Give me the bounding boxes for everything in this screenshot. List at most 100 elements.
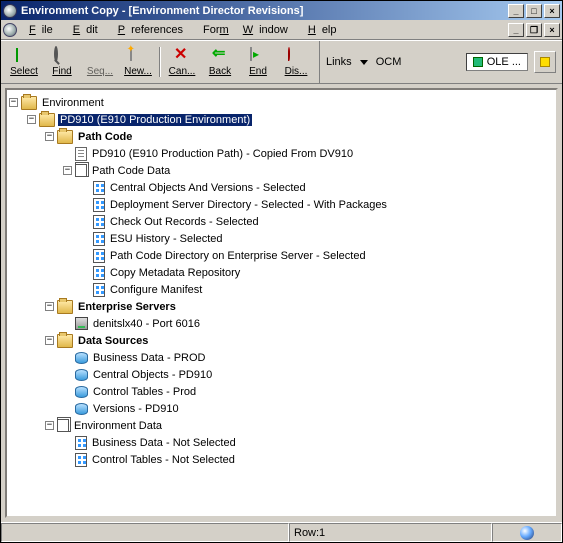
- find-button[interactable]: Find: [43, 43, 81, 81]
- property-icon: [93, 266, 105, 280]
- sequence-button[interactable]: Seq...: [81, 43, 119, 81]
- folder-open-icon: [39, 113, 55, 127]
- ole-label: OLE ...: [487, 56, 521, 68]
- menu-edit[interactable]: Edit: [67, 22, 110, 38]
- collapse-icon[interactable]: −: [45, 302, 54, 311]
- globe-icon: [520, 526, 534, 540]
- mdi-close-button[interactable]: ×: [544, 23, 560, 37]
- content-area: − Environment − PD910 (E910 Production E…: [1, 84, 562, 522]
- tree-node-ds-item[interactable]: Central Objects - PD910: [9, 366, 554, 383]
- collapse-icon[interactable]: −: [27, 115, 36, 124]
- tree-node-datasources[interactable]: − Data Sources: [9, 332, 554, 349]
- tree-view[interactable]: − Environment − PD910 (E910 Production E…: [5, 88, 558, 518]
- tree-label: Deployment Server Directory - Selected -…: [108, 199, 389, 211]
- pin-icon: [288, 47, 290, 61]
- tree-label: Data Sources: [76, 335, 150, 347]
- tree-node-pcd-item[interactable]: Path Code Directory on Enterprise Server…: [9, 247, 554, 264]
- tree-label: Path Code Data: [90, 165, 172, 177]
- tree-node-pcd-item[interactable]: Deployment Server Directory - Selected -…: [9, 196, 554, 213]
- end-icon: [250, 47, 252, 61]
- tree-node-ds-item[interactable]: Business Data - PROD: [9, 349, 554, 366]
- tree-node-root[interactable]: − Environment: [9, 94, 554, 111]
- tree-label-selected: PD910 (E910 Production Environment): [58, 114, 252, 126]
- magnifier-icon: [54, 46, 58, 62]
- cancel-button[interactable]: ✕Can...: [163, 43, 201, 81]
- tree-node-envdata[interactable]: − Environment Data: [9, 417, 554, 434]
- database-icon: [75, 369, 88, 381]
- ole-indicator-icon: [473, 57, 483, 67]
- server-icon: [75, 317, 88, 330]
- mdi-restore-button[interactable]: ❐: [526, 23, 542, 37]
- back-button[interactable]: ⇐Back: [201, 43, 239, 81]
- maximize-button[interactable]: □: [526, 4, 542, 18]
- links-dropdown-icon[interactable]: [360, 60, 368, 65]
- tree-label: Business Data - PROD: [91, 352, 207, 364]
- tree-node-pcd-item[interactable]: Configure Manifest: [9, 281, 554, 298]
- collapse-icon[interactable]: −: [63, 166, 72, 175]
- tree-label: Copy Metadata Repository: [108, 267, 242, 279]
- mdi-doc-icon: [3, 23, 17, 37]
- folder-open-icon: [57, 300, 73, 314]
- status-bar: Row:1: [1, 522, 562, 542]
- menu-window[interactable]: Window: [237, 22, 300, 38]
- menu-help[interactable]: Help: [302, 22, 349, 38]
- ole-box[interactable]: OLE ...: [466, 53, 528, 71]
- collapse-icon[interactable]: −: [9, 98, 18, 107]
- tree-node-pcd-item[interactable]: ESU History - Selected: [9, 230, 554, 247]
- app-icon: [3, 4, 17, 18]
- property-icon: [93, 215, 105, 229]
- tree-label: PD910 (E910 Production Path) - Copied Fr…: [90, 148, 355, 160]
- tree-label: denitslx40 - Port 6016: [91, 318, 202, 330]
- end-button[interactable]: End: [239, 43, 277, 81]
- display-button[interactable]: Dis...: [277, 43, 315, 81]
- stack-icon: [75, 164, 87, 177]
- tree-node-pathcode-copied[interactable]: PD910 (E910 Production Path) - Copied Fr…: [9, 145, 554, 162]
- tree-node-envdata-item[interactable]: Business Data - Not Selected: [9, 434, 554, 451]
- collapse-icon[interactable]: −: [45, 336, 54, 345]
- tree-node-envdata-item[interactable]: Control Tables - Not Selected: [9, 451, 554, 468]
- property-icon: [93, 249, 105, 263]
- tree-node-pathcode[interactable]: − Path Code: [9, 128, 554, 145]
- stack-icon: [57, 419, 69, 432]
- tree-label: Control Tables - Not Selected: [90, 454, 237, 466]
- next-attachment-button[interactable]: [534, 51, 556, 73]
- tree-node-pcd-item[interactable]: Check Out Records - Selected: [9, 213, 554, 230]
- property-icon: [75, 453, 87, 467]
- collapse-icon[interactable]: −: [45, 421, 54, 430]
- tree-label: Environment Data: [72, 420, 164, 432]
- folder-open-icon: [57, 334, 73, 348]
- toolbar-right: Links OCM OLE ...: [320, 41, 562, 83]
- mdi-controls: _ ❐ ×: [508, 23, 560, 37]
- tree-label: Configure Manifest: [108, 284, 204, 296]
- tree-label: Control Tables - Prod: [91, 386, 198, 398]
- tree-label: Versions - PD910: [91, 403, 181, 415]
- window-controls: _ □ ×: [508, 4, 560, 18]
- status-row-text: Row:1: [294, 527, 325, 539]
- select-button[interactable]: Select: [5, 43, 43, 81]
- mdi-minimize-button[interactable]: _: [508, 23, 524, 37]
- collapse-icon[interactable]: −: [45, 132, 54, 141]
- document-icon: [75, 147, 87, 161]
- back-arrow-icon: ⇐: [212, 48, 228, 64]
- menu-preferences[interactable]: Preferences: [112, 22, 195, 38]
- tree-node-pathcode-data[interactable]: − Path Code Data: [9, 162, 554, 179]
- tree-node-ds-item[interactable]: Versions - PD910: [9, 400, 554, 417]
- titlebar: Environment Copy - [Environment Director…: [1, 1, 562, 20]
- x-icon: ✕: [174, 48, 190, 64]
- status-row: Row:1: [289, 523, 492, 542]
- tree-node-pcd-item[interactable]: Copy Metadata Repository: [9, 264, 554, 281]
- menu-file[interactable]: File: [23, 22, 65, 38]
- tree-node-ds-item[interactable]: Control Tables - Prod: [9, 383, 554, 400]
- database-icon: [75, 352, 88, 364]
- menu-form[interactable]: Form: [197, 22, 235, 38]
- tree-node-environment[interactable]: − PD910 (E910 Production Environment): [9, 111, 554, 128]
- tree-label: Check Out Records - Selected: [108, 216, 261, 228]
- tree-node-servers[interactable]: − Enterprise Servers: [9, 298, 554, 315]
- tree-node-pcd-item[interactable]: Central Objects And Versions - Selected: [9, 179, 554, 196]
- window-title: Environment Copy - [Environment Director…: [21, 5, 508, 17]
- minimize-button[interactable]: _: [508, 4, 524, 18]
- close-button[interactable]: ×: [544, 4, 560, 18]
- ocm-link[interactable]: OCM: [376, 56, 402, 68]
- tree-node-server-item[interactable]: denitslx40 - Port 6016: [9, 315, 554, 332]
- new-button[interactable]: New...: [119, 43, 157, 81]
